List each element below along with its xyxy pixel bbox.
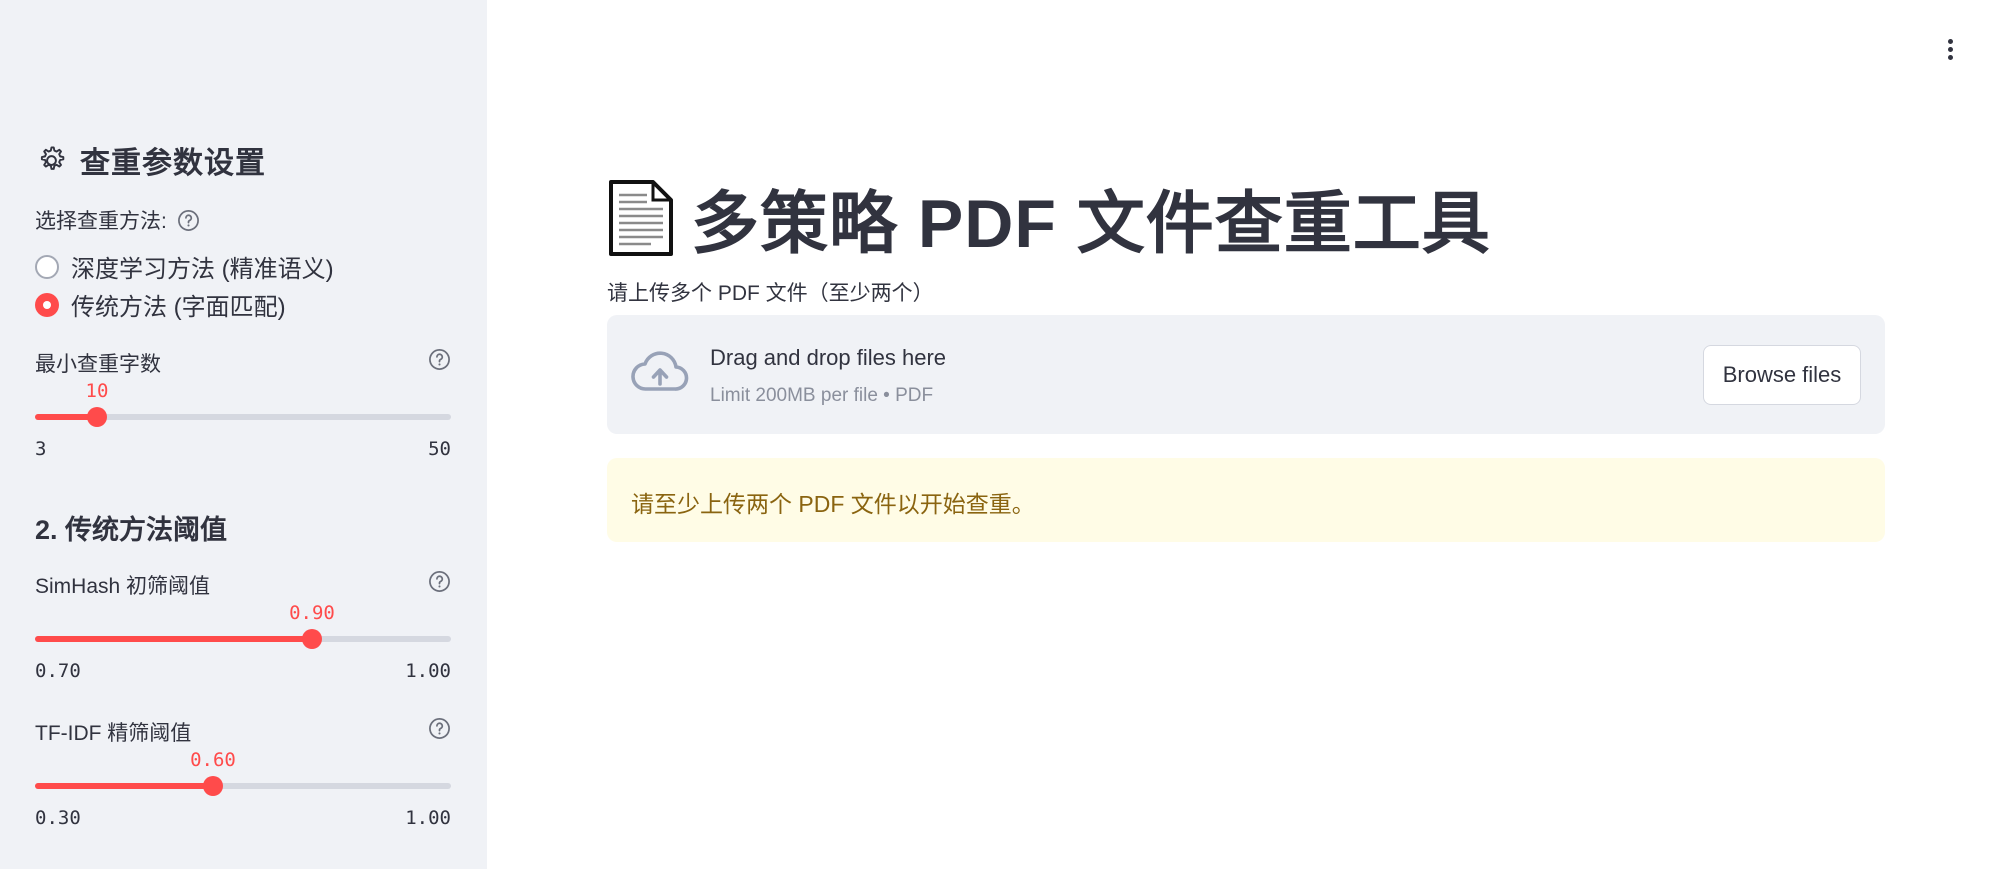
document-icon [609, 179, 673, 256]
tfidf-fill [35, 783, 213, 789]
tfidf-max: 1.00 [405, 807, 451, 829]
section-heading-traditional: 2. 传统方法阈值 [35, 515, 228, 545]
min-chars-min: 3 [35, 438, 47, 460]
tfidf-label: TF-IDF 精筛阈值 [35, 722, 192, 745]
warning-alert: 请至少上传两个 PDF 文件以开始查重。 [607, 458, 1885, 542]
radio-circle-selected[interactable] [35, 292, 59, 317]
more-vert-icon [1948, 55, 1953, 60]
simhash-value: 0.90 [289, 602, 335, 624]
gear-icon [40, 145, 65, 170]
radio-traditional[interactable]: 传统方法 (字面匹配) [35, 287, 286, 322]
more-vert-icon [1948, 47, 1953, 52]
file-dropzone[interactable]: Drag and drop files here Limit 200MB per… [607, 315, 1885, 434]
dropzone-title: Drag and drop files here [710, 345, 947, 370]
main-menu-button[interactable] [1938, 36, 1962, 64]
method-label: 选择查重方法: [35, 205, 200, 235]
min-chars-value: 10 [85, 380, 109, 402]
simhash-track[interactable] [35, 629, 451, 649]
simhash-max: 1.00 [405, 660, 451, 682]
min-chars-track[interactable] [35, 407, 451, 427]
simhash-fill [35, 636, 312, 642]
tfidf-value: 0.60 [190, 749, 236, 771]
more-vert-icon [1948, 39, 1953, 44]
sidebar-header: 查重参数设置 [35, 138, 266, 182]
help-icon[interactable] [428, 348, 451, 371]
method-label-text: 选择查重方法: [35, 210, 167, 233]
min-chars-label: 最小查重字数 [35, 353, 161, 376]
tfidf-track[interactable] [35, 776, 451, 796]
tfidf-min: 0.30 [35, 807, 81, 829]
tfidf-slider-block: TF-IDF 精筛阈值 0.60 0.30 1.00 [35, 717, 451, 829]
sidebar-title: 查重参数设置 [80, 147, 266, 180]
help-icon[interactable] [428, 570, 451, 593]
cloud-upload-icon [631, 351, 689, 391]
sidebar: 查重参数设置 选择查重方法: 深度学习方法 (精准语义) 传统方法 (字面匹配)… [0, 0, 487, 869]
help-icon[interactable] [177, 209, 200, 232]
radio-label: 深度学习方法 (精准语义) [71, 256, 334, 283]
page-title-text: 多策略 PDF 文件查重工具 [691, 186, 1491, 262]
simhash-slider-block: SimHash 初筛阈值 0.90 0.70 1.00 [35, 570, 451, 682]
page-title: 多策略 PDF 文件查重工具 [607, 168, 1491, 267]
min-chars-thumb[interactable] [87, 407, 107, 427]
radio-circle[interactable] [35, 254, 59, 279]
upload-label: 请上传多个 PDF 文件（至少两个） [607, 282, 934, 305]
simhash-thumb[interactable] [302, 629, 322, 649]
browse-files-button[interactable]: Browse files [1703, 345, 1861, 405]
simhash-label: SimHash 初筛阈值 [35, 575, 211, 598]
radio-label: 传统方法 (字面匹配) [71, 294, 286, 321]
min-chars-max: 50 [428, 438, 451, 460]
warning-text: 请至少上传两个 PDF 文件以开始查重。 [631, 491, 1035, 517]
help-icon[interactable] [428, 717, 451, 740]
dropzone-subtitle: Limit 200MB per file • PDF [710, 385, 934, 406]
radio-deep-learning[interactable]: 深度学习方法 (精准语义) [35, 249, 334, 284]
min-chars-slider-block: 最小查重字数 10 3 50 [35, 348, 451, 460]
simhash-min: 0.70 [35, 660, 81, 682]
tfidf-thumb[interactable] [203, 776, 223, 796]
